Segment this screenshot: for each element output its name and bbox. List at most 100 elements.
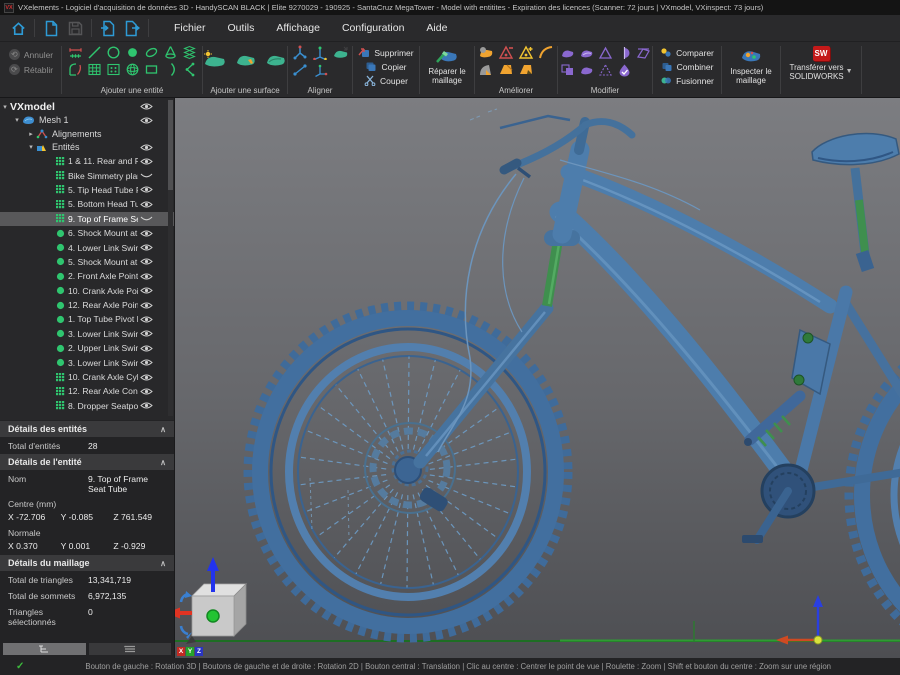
smooth-mesh-icon[interactable]	[577, 44, 595, 61]
tree-entity-row[interactable]: 9. Top of Frame Seat	[0, 212, 174, 226]
3d-viewport[interactable]: X Y Z	[175, 98, 900, 658]
repair-mesh-button[interactable]: Réparer le maillage	[421, 43, 473, 97]
arc-radius-icon[interactable]	[66, 61, 84, 78]
visibility-eye-icon[interactable]	[138, 373, 154, 382]
tree-entity-row[interactable]: 1 & 11. Rear and Fro	[0, 154, 174, 168]
tree-entity-row[interactable]: 12. Rear Axle Cone	[0, 384, 174, 398]
visibility-eye-icon[interactable]	[138, 329, 154, 338]
align-triad-icon[interactable]	[311, 44, 330, 61]
arc-icon[interactable]	[161, 61, 179, 78]
decimate-icon[interactable]	[497, 61, 516, 78]
save-icon[interactable]	[65, 18, 85, 38]
tree-node-vxmodel[interactable]: ▾ VXmodel	[0, 100, 174, 114]
grid-plane-icon[interactable]	[85, 61, 103, 78]
cut-plane-icon[interactable]	[615, 44, 633, 61]
visibility-eye-icon[interactable]	[138, 157, 154, 166]
delete-button[interactable]: Supprimer	[356, 46, 415, 59]
transfer-solidworks-button[interactable]: SW Transférer vers SOLIDWORKS ▼	[782, 43, 860, 97]
dimension-icon[interactable]	[66, 44, 84, 61]
home-icon[interactable]	[8, 18, 28, 38]
menu-configuration[interactable]: Configuration	[331, 18, 415, 38]
tree-node-mesh1[interactable]: ▾ Mesh 1	[0, 114, 174, 128]
visibility-eye-icon[interactable]	[138, 185, 154, 194]
visibility-eye-icon[interactable]	[138, 257, 154, 266]
tree-entity-row[interactable]: 3. Lower Link Swing	[0, 327, 174, 341]
visibility-eye-icon[interactable]	[138, 401, 154, 410]
boolean-icon[interactable]	[558, 61, 576, 78]
visibility-eye-icon[interactable]	[138, 102, 154, 111]
export-icon[interactable]	[122, 18, 142, 38]
collapse-icon[interactable]: ∧	[160, 458, 166, 467]
sphere-icon[interactable]	[123, 61, 141, 78]
tree-entity-row[interactable]: 10. Crank Axle Cylin	[0, 370, 174, 384]
extend-icon[interactable]	[596, 61, 614, 78]
chevron-down-icon[interactable]: ▾	[0, 103, 10, 111]
visibility-eye-closed-icon[interactable]	[138, 214, 154, 223]
visibility-eye-icon[interactable]	[138, 200, 154, 209]
defeature-icon[interactable]	[477, 61, 496, 78]
cut-button[interactable]: Couper	[362, 74, 410, 87]
cone-icon[interactable]	[161, 44, 179, 61]
tree-entity-row[interactable]: 2. Front Axle Point	[0, 269, 174, 283]
chevron-down-icon[interactable]: ▾	[26, 143, 36, 151]
tree-entity-row[interactable]: 1. Top Tube Pivot Po	[0, 312, 174, 326]
visibility-eye-icon[interactable]	[138, 387, 154, 396]
menu-aide[interactable]: Aide	[415, 18, 458, 38]
mesh-details-header[interactable]: Détails du maillage∧	[0, 555, 174, 571]
chevron-down-icon[interactable]: ▾	[12, 116, 22, 124]
tree-entity-row[interactable]: 5. Tip Head Tube Pl	[0, 183, 174, 197]
visibility-eye-icon[interactable]	[138, 229, 154, 238]
tree-entity-row[interactable]: 4. Lower Link Swing	[0, 240, 174, 254]
visibility-eye-closed-icon[interactable]	[138, 171, 154, 180]
list-view-toggle[interactable]	[89, 643, 172, 655]
tree-view-toggle[interactable]	[3, 643, 86, 655]
surface-edit-icon[interactable]	[235, 49, 257, 74]
entities-details-header[interactable]: Détails des entités∧	[0, 421, 174, 437]
surface-new-icon[interactable]	[203, 49, 227, 74]
point-icon[interactable]	[123, 44, 141, 61]
visibility-eye-icon[interactable]	[138, 358, 154, 367]
x-axis-chip[interactable]: X	[177, 647, 185, 656]
tree-node-entites[interactable]: ▾ Entités	[0, 141, 174, 155]
clean-defect-plus-icon[interactable]	[517, 44, 536, 61]
visibility-eye-icon[interactable]	[138, 143, 154, 152]
visibility-eye-icon[interactable]	[138, 301, 154, 310]
redo-button[interactable]: ⟳Rétablir	[9, 62, 53, 77]
menu-fichier[interactable]: Fichier	[163, 18, 217, 38]
polyline-icon[interactable]	[180, 61, 198, 78]
visibility-eye-icon[interactable]	[138, 315, 154, 324]
tree-entity-row[interactable]: 3. Lower Link Swing	[0, 355, 174, 369]
circle-icon[interactable]	[104, 44, 122, 61]
visibility-eye-icon[interactable]	[138, 116, 154, 125]
menu-affichage[interactable]: Affichage	[265, 18, 331, 38]
collapse-icon[interactable]: ∧	[160, 425, 166, 434]
copy-button[interactable]: Copier	[363, 60, 408, 73]
align-line-icon[interactable]	[291, 61, 310, 78]
chevron-right-icon[interactable]: ▸	[26, 130, 36, 138]
tree-scrollbar[interactable]	[168, 100, 173, 416]
import-icon[interactable]	[98, 18, 118, 38]
tree-entity-row[interactable]: 5. Shock Mount at M	[0, 255, 174, 269]
tree-node-alignements[interactable]: ▸ Alignements	[0, 127, 174, 141]
tree-entity-row[interactable]: 8. Dropper Seatpost	[0, 399, 174, 413]
align-surface-icon[interactable]	[331, 44, 350, 61]
tree-entity-row[interactable]: Bike Simmetry plane	[0, 168, 174, 182]
tree-entity-row[interactable]: 12. Rear Axle Point	[0, 298, 174, 312]
merge-button[interactable]: Fusionner	[658, 74, 716, 87]
combine-button[interactable]: Combiner	[659, 60, 716, 73]
y-axis-chip[interactable]: Y	[186, 647, 194, 656]
ellipse-icon[interactable]	[142, 44, 160, 61]
remove-spikes-icon[interactable]	[558, 44, 576, 61]
visibility-eye-icon[interactable]	[138, 344, 154, 353]
rectangle-icon[interactable]	[142, 61, 160, 78]
reduce-triangles-icon[interactable]	[596, 44, 614, 61]
align-axes-icon[interactable]	[311, 61, 330, 78]
planes-stack-icon[interactable]	[180, 44, 198, 61]
undo-button[interactable]: ⟲Annuler	[9, 47, 53, 62]
visibility-eye-icon[interactable]	[138, 272, 154, 281]
refine-icon[interactable]	[517, 61, 536, 78]
smooth-boundary-icon[interactable]	[537, 44, 556, 61]
menu-outils[interactable]: Outils	[217, 18, 266, 38]
tree-entity-row[interactable]: 10. Crank Axle Point	[0, 284, 174, 298]
surface-patch-icon[interactable]	[265, 49, 287, 74]
